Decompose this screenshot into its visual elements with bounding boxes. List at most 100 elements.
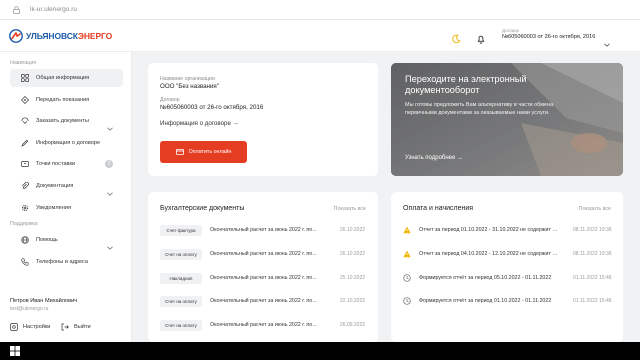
support-section-title: Поддержка: [10, 221, 38, 227]
sidebar-item-notifications[interactable]: Уведомления: [10, 199, 123, 217]
doc-date: 26.10.2022: [340, 227, 366, 233]
grid-icon: [20, 74, 29, 83]
browser-address-bar[interactable]: lk-ur.ulenergo.ru: [0, 0, 640, 20]
list-item[interactable]: Формируется отчёт за период 05.10.2022 -…: [403, 271, 615, 285]
promo-text: Мы готовы предложить Вам альтернативу в …: [405, 102, 554, 116]
payment-event-date: 08.11.2022 19:36: [573, 251, 612, 257]
logout-label: Выйти: [74, 323, 91, 330]
payments-show-all-link[interactable]: Показать все: [579, 206, 611, 212]
settings-label: Настройки: [23, 323, 51, 330]
doc-type-tag: Счет на оплату: [160, 319, 202, 331]
table-row[interactable]: Счет-фактура Окончательный расчет за июн…: [160, 223, 368, 237]
gear-icon: [20, 204, 29, 213]
table-row[interactable]: Накладная Окончательный расчет за июнь 2…: [160, 271, 368, 285]
top-header: УЛЬЯНОВСКЭНЕРГО Договор №605060003 от 26…: [0, 20, 640, 52]
doc-type-tag: Накладная: [160, 272, 202, 284]
list-item[interactable]: Формируется отчёт за период 01.10.2022 -…: [403, 294, 615, 308]
contract-selector-value: №605060003 от 26-го октября, 2016: [502, 34, 596, 40]
logout-icon: [61, 322, 70, 331]
sidebar-item-label: Документация: [36, 183, 74, 189]
contract-info-link[interactable]: Информация о договоре →: [160, 120, 239, 127]
settings-icon: [10, 322, 19, 331]
sidebar-item-phones-addresses[interactable]: Телефоны и адреса: [10, 253, 123, 271]
sidebar: Навигация Общая информация Передать пока…: [0, 52, 132, 342]
edo-promo-banner[interactable]: Переходите на электронный документооборо…: [391, 63, 623, 176]
user-email: test@ulenergo.ru: [10, 306, 49, 312]
doc-type-tag: Счет на оплату: [160, 248, 202, 260]
doc-date: 26.09.2022: [340, 322, 366, 328]
windows-start-icon[interactable]: [10, 346, 20, 356]
promo-learn-more-link[interactable]: Узнать подробнее →: [405, 155, 463, 161]
contract-selector-label: Договор: [502, 28, 519, 33]
browser-url[interactable]: lk-ur.ulenergo.ru: [30, 6, 77, 13]
bell-icon[interactable]: [476, 31, 486, 44]
payment-event-text: Формируется отчёт за период 05.10.2022 -…: [419, 275, 552, 281]
meter-icon: [20, 96, 29, 105]
sidebar-item-label: Точки поставки: [36, 161, 76, 167]
supply-points-count-badge: 3: [105, 160, 113, 168]
payment-event-text: Отчет за период 01.10.2022 - 31.10.2022 …: [419, 227, 559, 233]
docs-title: Бухгалтерские документы: [160, 205, 245, 212]
clock-icon: [403, 274, 411, 282]
sidebar-item-label: Заказать документы: [36, 118, 89, 124]
doc-type-tag: Счет-фактура: [160, 224, 202, 236]
table-row[interactable]: Счет на оплату Окончательный расчет за и…: [160, 294, 368, 308]
phone-icon: [20, 258, 29, 267]
sun-icon[interactable]: [451, 31, 461, 44]
organization-card: Название организации ООО "Без названия" …: [148, 63, 378, 176]
sidebar-item-label: Информация о договоре: [36, 140, 101, 146]
settings-button[interactable]: Настройки: [10, 322, 50, 331]
pay-online-button[interactable]: Оплатить онлайн: [160, 141, 247, 163]
os-taskbar: [0, 342, 640, 360]
logout-button[interactable]: Выйти: [61, 322, 91, 331]
payment-event-text: Формируется отчёт за период 01.10.2022 -…: [419, 298, 552, 304]
table-row[interactable]: Счет на оплату Окончательный расчет за и…: [160, 318, 368, 332]
doc-date: 22.10.2022: [340, 298, 366, 304]
sidebar-item-general-info[interactable]: Общая информация: [10, 69, 123, 87]
accounting-documents-card: Бухгалтерские документы Показать все Сче…: [148, 192, 378, 342]
paperclip-icon: [20, 182, 29, 191]
payment-event-date: 08.11.2022 19:36: [573, 227, 612, 233]
sidebar-item-order-documents[interactable]: Заказать документы: [10, 112, 123, 131]
doc-date: 25.10.2022: [340, 275, 366, 281]
org-name-label: Название организации: [160, 76, 215, 82]
table-row[interactable]: Счет на оплату Окончательный расчет за и…: [160, 247, 368, 261]
sidebar-item-documentation[interactable]: Документация: [10, 177, 123, 196]
doc-description: Окончательный расчет за июнь 2022 г. по.…: [210, 298, 317, 304]
card-icon: [175, 149, 184, 155]
docs-show-all-link[interactable]: Показать все: [334, 206, 366, 212]
payment-event-text: Отчет за период 04.10.2022 - 12.10.2022 …: [419, 251, 559, 257]
user-name: Петров Иван Михайлович: [10, 298, 78, 304]
logo[interactable]: УЛЬЯНОВСКЭНЕРГО: [9, 29, 112, 43]
logo-text-part-1: УЛЬЯНОВСК: [26, 31, 78, 41]
doc-description: Окончательный расчет за июнь 2022 г. по.…: [210, 322, 317, 328]
contract-label: Договор: [160, 97, 180, 103]
payments-card: Оплата и начисления Показать все Отчет з…: [391, 192, 623, 342]
navigation-section-title: Навигация: [10, 60, 37, 66]
contract-selector[interactable]: Договор №605060003 от 26-го октября, 201…: [502, 28, 610, 47]
plug-icon: [20, 160, 29, 169]
list-item[interactable]: Отчет за период 01.10.2022 - 31.10.2022 …: [403, 223, 615, 237]
chevron-down-icon: [604, 34, 610, 52]
logo-mark-icon: [9, 29, 23, 43]
sidebar-item-supply-points[interactable]: Точки поставки 3: [10, 155, 123, 173]
doc-type-tag: Счет на оплату: [160, 295, 202, 307]
sidebar-item-label: Уведомления: [36, 205, 71, 211]
sidebar-item-label: Телефоны и адреса: [36, 259, 88, 265]
warning-icon: [403, 226, 411, 234]
warning-icon: [403, 250, 411, 258]
pay-online-label: Оплатить онлайн: [188, 149, 232, 155]
globe-icon: [20, 236, 29, 245]
sidebar-item-help[interactable]: Помощь: [10, 231, 123, 250]
list-item[interactable]: Отчет за период 04.10.2022 - 12.10.2022 …: [403, 247, 615, 261]
sidebar-item-submit-readings[interactable]: Передать показания: [10, 91, 123, 109]
sidebar-item-contract-info[interactable]: Информация о договоре: [10, 134, 123, 152]
logo-text: УЛЬЯНОВСКЭНЕРГО: [26, 31, 112, 41]
doc-description: Окончательный расчет за июнь 2022 г. по.…: [210, 275, 317, 281]
payments-title: Оплата и начисления: [403, 205, 474, 212]
lock-icon: [12, 5, 20, 14]
clock-icon: [403, 297, 411, 305]
user-info: Петров Иван Михайлович test@ulenergo.ru: [10, 298, 77, 312]
doc-date: 26.10.2022: [340, 251, 366, 257]
logo-text-part-2: ЭНЕРГО: [77, 31, 113, 41]
